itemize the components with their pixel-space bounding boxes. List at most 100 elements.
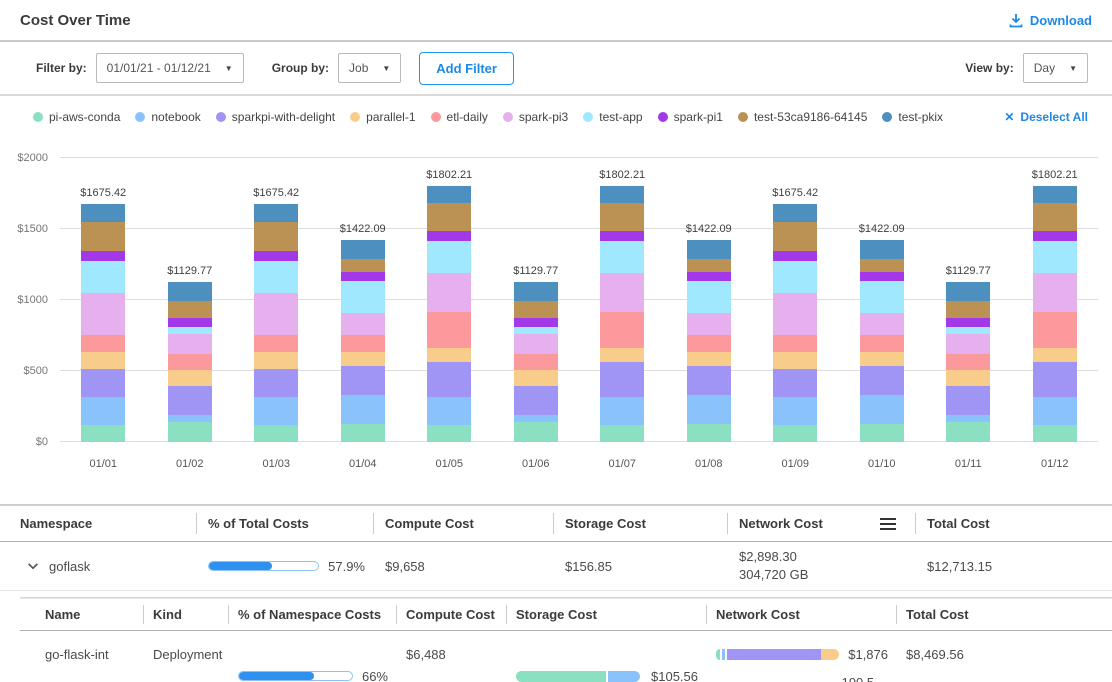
column-header-name[interactable]: Name [20, 599, 143, 630]
bar-segment-test-53ca9186-64145[interactable] [946, 301, 990, 317]
bar-segment-test-app[interactable] [168, 327, 212, 334]
bar-segment-sparkpi-with-delight[interactable] [860, 366, 904, 396]
bar-segment-sparkpi-with-delight[interactable] [514, 386, 558, 415]
legend-item-test-pkix[interactable]: test-pkix [882, 110, 943, 124]
bar-segment-sparkpi-with-delight[interactable] [1033, 362, 1077, 397]
bar-segment-etl-daily[interactable] [341, 335, 385, 352]
bar-segment-notebook[interactable] [687, 395, 731, 424]
bar-segment-pi-aws-conda[interactable] [860, 424, 904, 442]
column-header-%-of-namespace-costs[interactable]: % of Namespace Costs [228, 599, 396, 630]
bar-segment-spark-pi3[interactable] [600, 273, 644, 312]
bar-segment-spark-pi3[interactable] [168, 334, 212, 354]
bar-segment-parallel-1[interactable] [946, 370, 990, 386]
bar-segment-test-pkix[interactable] [1033, 186, 1077, 203]
bar-segment-test-53ca9186-64145[interactable] [687, 259, 731, 272]
bar-segment-pi-aws-conda[interactable] [427, 425, 471, 442]
bar-segment-test-53ca9186-64145[interactable] [514, 301, 558, 317]
bar-segment-test-53ca9186-64145[interactable] [168, 301, 212, 317]
group-by-select[interactable]: Job ▼ [338, 53, 401, 83]
column-header-namespace[interactable]: Namespace [0, 506, 196, 541]
bar-segment-test-pkix[interactable] [81, 204, 125, 221]
bar-segment-parallel-1[interactable] [600, 348, 644, 361]
bar-segment-test-app[interactable] [600, 241, 644, 273]
bar-segment-test-53ca9186-64145[interactable] [860, 259, 904, 272]
bar-segment-etl-daily[interactable] [773, 335, 817, 352]
bar-segment-spark-pi1[interactable] [427, 231, 471, 241]
bar-segment-etl-daily[interactable] [946, 354, 990, 370]
deselect-all-button[interactable]: ✕ Deselect All [1004, 110, 1088, 124]
stacked-bar-01/12[interactable] [1033, 186, 1077, 442]
column-menu-icon[interactable] [879, 517, 897, 531]
bar-segment-spark-pi3[interactable] [341, 313, 385, 334]
bar-segment-etl-daily[interactable] [514, 354, 558, 370]
legend-item-test-53ca9186-64145[interactable]: test-53ca9186-64145 [738, 110, 867, 124]
bar-segment-spark-pi3[interactable] [254, 293, 298, 335]
stacked-bar-01/02[interactable] [168, 282, 212, 442]
bar-segment-test-pkix[interactable] [168, 282, 212, 302]
legend-item-sparkpi-with-delight[interactable]: sparkpi-with-delight [216, 110, 335, 124]
chevron-down-icon[interactable] [26, 559, 40, 573]
stacked-bar-01/05[interactable] [427, 186, 471, 442]
bar-segment-test-app[interactable] [773, 261, 817, 293]
legend-item-spark-pi1[interactable]: spark-pi1 [658, 110, 723, 124]
bar-segment-parallel-1[interactable] [860, 352, 904, 366]
bar-segment-sparkpi-with-delight[interactable] [168, 386, 212, 415]
bar-segment-test-app[interactable] [687, 281, 731, 313]
bar-segment-notebook[interactable] [427, 397, 471, 425]
bar-segment-notebook[interactable] [81, 397, 125, 425]
bar-segment-pi-aws-conda[interactable] [946, 422, 990, 442]
bar-segment-spark-pi3[interactable] [773, 293, 817, 335]
bar-segment-test-app[interactable] [254, 261, 298, 293]
stacked-bar-01/01[interactable] [81, 204, 125, 442]
legend-item-pi-aws-conda[interactable]: pi-aws-conda [33, 110, 120, 124]
bar-segment-spark-pi1[interactable] [341, 272, 385, 281]
bar-segment-etl-daily[interactable] [687, 335, 731, 352]
bar-segment-test-pkix[interactable] [600, 186, 644, 203]
bar-segment-notebook[interactable] [341, 395, 385, 424]
stacked-bar-01/07[interactable] [600, 186, 644, 442]
bar-segment-test-app[interactable] [81, 261, 125, 293]
download-button[interactable]: Download [1008, 12, 1092, 28]
bar-segment-notebook[interactable] [168, 415, 212, 422]
bar-segment-test-app[interactable] [860, 281, 904, 313]
column-header-network-cost[interactable]: Network Cost [727, 506, 915, 541]
bar-segment-test-pkix[interactable] [860, 240, 904, 259]
bar-segment-parallel-1[interactable] [514, 370, 558, 386]
bar-segment-spark-pi1[interactable] [1033, 231, 1077, 241]
legend-item-test-app[interactable]: test-app [583, 110, 642, 124]
bar-segment-spark-pi1[interactable] [254, 251, 298, 261]
legend-item-etl-daily[interactable]: etl-daily [431, 110, 488, 124]
bar-segment-spark-pi1[interactable] [773, 251, 817, 261]
bar-segment-spark-pi3[interactable] [81, 293, 125, 335]
legend-item-notebook[interactable]: notebook [135, 110, 200, 124]
bar-segment-spark-pi3[interactable] [946, 334, 990, 354]
bar-segment-test-53ca9186-64145[interactable] [254, 222, 298, 252]
column-header-compute-cost[interactable]: Compute Cost [373, 506, 553, 541]
bar-segment-sparkpi-with-delight[interactable] [946, 386, 990, 415]
bar-segment-spark-pi3[interactable] [514, 334, 558, 354]
bar-segment-pi-aws-conda[interactable] [254, 425, 298, 442]
bar-segment-pi-aws-conda[interactable] [687, 424, 731, 442]
bar-segment-parallel-1[interactable] [341, 352, 385, 366]
bar-segment-test-app[interactable] [1033, 241, 1077, 273]
bar-segment-pi-aws-conda[interactable] [514, 422, 558, 442]
column-header-total-cost[interactable]: Total Cost [896, 599, 1112, 630]
bar-segment-etl-daily[interactable] [254, 335, 298, 352]
bar-segment-test-pkix[interactable] [254, 204, 298, 221]
bar-segment-notebook[interactable] [860, 395, 904, 424]
bar-segment-test-pkix[interactable] [427, 186, 471, 203]
bar-segment-spark-pi1[interactable] [514, 318, 558, 327]
bar-segment-spark-pi3[interactable] [427, 273, 471, 312]
stacked-bar-01/06[interactable] [514, 282, 558, 442]
bar-segment-etl-daily[interactable] [427, 312, 471, 348]
bar-segment-parallel-1[interactable] [773, 352, 817, 369]
bar-segment-etl-daily[interactable] [600, 312, 644, 348]
bar-segment-sparkpi-with-delight[interactable] [81, 369, 125, 397]
bar-segment-sparkpi-with-delight[interactable] [427, 362, 471, 397]
bar-segment-test-app[interactable] [427, 241, 471, 273]
bar-segment-test-pkix[interactable] [341, 240, 385, 259]
bar-segment-test-pkix[interactable] [773, 204, 817, 221]
stacked-bar-01/08[interactable] [687, 240, 731, 442]
bar-segment-test-53ca9186-64145[interactable] [81, 222, 125, 252]
bar-segment-test-app[interactable] [341, 281, 385, 313]
